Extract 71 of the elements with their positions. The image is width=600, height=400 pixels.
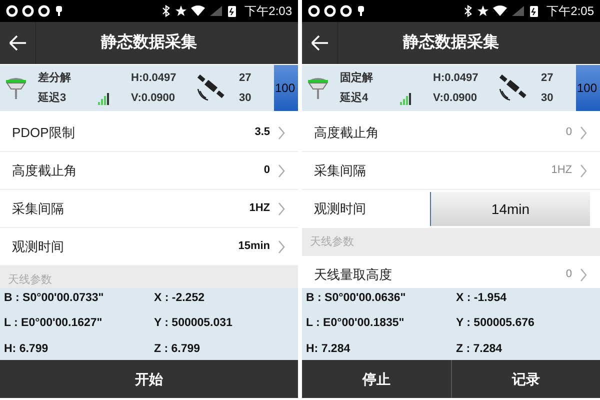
coordinate-value: L : E0°00'00.1627" [4, 316, 104, 332]
delay-label: 延迟4 [340, 90, 370, 106]
android-icon [356, 5, 366, 17]
chevron-right-icon [580, 126, 588, 140]
coordinate-value: Y : 500005.676 [456, 316, 536, 332]
coordinate-value: H: 7.284 [306, 342, 352, 357]
satellite-icon [499, 74, 527, 102]
section-header: 天线参数 [310, 234, 354, 250]
delay-label: 延迟3 [38, 90, 68, 106]
h-precision: H:0.0497 [433, 71, 480, 86]
v-precision: V:0.0900 [131, 90, 176, 106]
satellite-icon [197, 74, 225, 102]
action-button[interactable]: 停止 [302, 360, 450, 398]
sync-icon [38, 5, 50, 17]
coordinate-value: B : S0°00'00.0636" [306, 291, 407, 306]
coordinate-value: X : -2.252 [154, 291, 206, 306]
chevron-right-icon [278, 240, 286, 254]
sync-icon [6, 5, 18, 17]
coordinate-value: L : E0°00'00.1835" [306, 316, 406, 332]
settings-row[interactable]: 高度截止角 0 [0, 152, 298, 190]
coordinate-value: Z : 7.284 [456, 342, 504, 357]
coordinate-value: B : S0°00'00.0733" [4, 291, 105, 306]
sync-icon [308, 5, 320, 17]
settings-row[interactable]: 采集间隔 1HZ [0, 190, 298, 228]
settings-row[interactable]: PDOP限制 3.5 [0, 114, 298, 152]
signal-bars-icon [98, 93, 109, 105]
wifi-icon [492, 5, 507, 17]
coordinate-value: H: 6.799 [4, 342, 50, 357]
solution-status: 差分解 [38, 70, 72, 86]
cell-signal-icon [510, 5, 525, 17]
coordinate-value: X : -1.954 [456, 291, 508, 306]
star-icon [174, 5, 187, 17]
satellites-tracked: 27 [239, 71, 252, 86]
chevron-right-icon [580, 164, 588, 178]
battery-charging-icon [226, 4, 237, 18]
chevron-right-icon [580, 268, 588, 282]
chevron-right-icon [278, 126, 286, 140]
satellites-visible: 30 [239, 90, 252, 106]
sync-icon [324, 5, 336, 17]
gnss-receiver-icon [4, 75, 28, 101]
sync-icon [340, 5, 352, 17]
back-arrow-icon [310, 34, 330, 52]
chevron-right-icon [278, 164, 286, 178]
screen-title: 静态数据采集 [402, 32, 500, 53]
coordinate-value: Y : 500005.031 [154, 316, 234, 332]
section-header: 天线参数 [8, 272, 52, 288]
solution-status: 固定解 [340, 70, 374, 86]
observation-time-field[interactable]: 14min [430, 192, 590, 226]
v-precision: V:0.0900 [433, 90, 478, 106]
cell-signal-icon [208, 5, 223, 17]
h-precision: H:0.0497 [131, 71, 178, 86]
satellites-tracked: 27 [541, 71, 554, 86]
sync-icon [22, 5, 34, 17]
coordinate-value: Z : 6.799 [154, 342, 202, 357]
chevron-right-icon [278, 202, 286, 216]
battery-charging-icon [528, 4, 539, 18]
satellites-visible: 30 [541, 90, 554, 106]
gnss-receiver-icon [306, 75, 330, 101]
action-button[interactable]: 开始 [0, 360, 298, 398]
android-icon [54, 5, 64, 17]
status-time: 下午2:03 [244, 3, 292, 20]
wifi-icon [190, 5, 205, 17]
bluetooth-icon [160, 5, 171, 17]
action-button[interactable]: 记录 [452, 360, 600, 398]
star-icon [476, 5, 489, 17]
status-time: 下午2:05 [546, 3, 594, 20]
signal-bars-icon [400, 93, 411, 105]
back-arrow-icon [8, 34, 28, 52]
screen-title: 静态数据采集 [100, 32, 198, 53]
field-label: 观测时间 [314, 200, 367, 218]
bluetooth-icon [462, 5, 473, 17]
